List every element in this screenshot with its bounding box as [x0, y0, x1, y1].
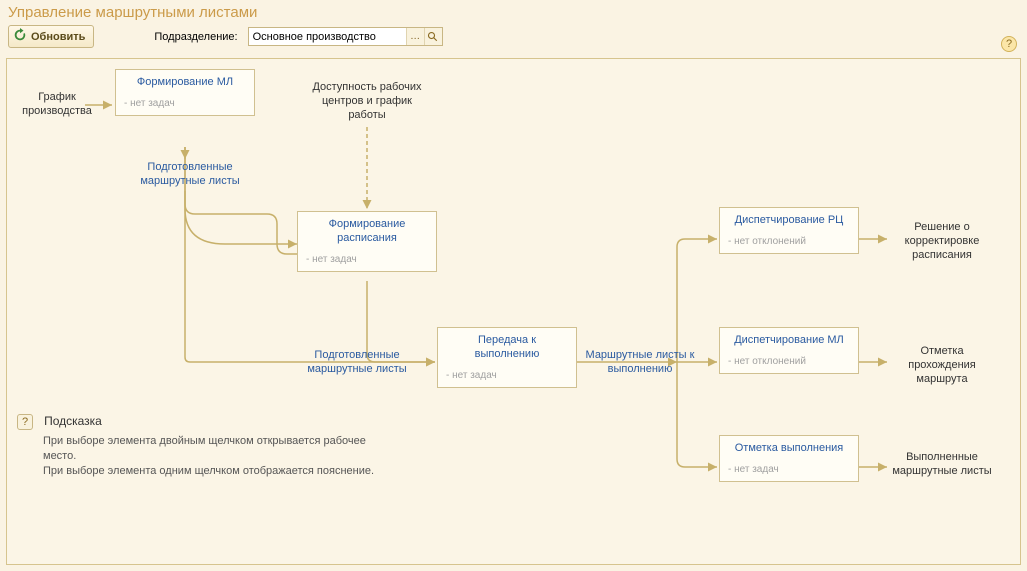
refresh-label: Обновить [31, 31, 85, 43]
node-dispatch-rc[interactable]: Диспетчирование РЦ - нет отклонений [719, 207, 859, 254]
node-mark-execution[interactable]: Отметка выполнения - нет задач [719, 435, 859, 482]
hint-line: При выборе элемента одним щелчком отобра… [43, 464, 397, 479]
ellipsis-icon[interactable]: … [406, 28, 424, 45]
node-title: Диспетчирование РЦ [728, 214, 850, 228]
node-status: - нет задач [446, 362, 568, 381]
label-input-graph: График производства [17, 91, 97, 119]
node-dispatch-ml[interactable]: Диспетчирование МЛ - нет отклонений [719, 327, 859, 374]
refresh-button[interactable]: Обновить [8, 25, 94, 48]
node-transfer[interactable]: Передача к выполнению - нет задач [437, 327, 577, 388]
node-title: Отметка выполнения [728, 442, 850, 456]
node-form-ml[interactable]: Формирование МЛ - нет задач [115, 69, 255, 116]
question-icon[interactable]: ? [17, 414, 33, 430]
node-status: - нет задач [124, 90, 246, 109]
node-status: - нет отклонений [728, 228, 850, 247]
edge-prepared-ml-2: Подготовленные маршрутные листы [297, 349, 417, 377]
refresh-icon [13, 28, 27, 45]
page-title: Управление маршрутными листами [0, 0, 1027, 23]
department-field[interactable]: … [248, 27, 443, 46]
department-input[interactable] [249, 28, 406, 45]
label-decision-correction: Решение о корректировке расписания [887, 221, 997, 262]
node-title: Диспетчирование МЛ [728, 334, 850, 348]
node-title: Формирование МЛ [124, 76, 246, 90]
search-icon[interactable] [424, 28, 442, 45]
hint-line: При выборе элемента двойным щелчком откр… [43, 434, 397, 464]
edge-ml-to-exec: Маршрутные листы к выполнению [585, 349, 695, 377]
toolbar: Обновить Подразделение: … [0, 23, 1027, 54]
edge-prepared-ml-1: Подготовленные маршрутные листы [135, 161, 245, 189]
node-status: - нет отклонений [728, 348, 850, 367]
label-done-ml: Выполненные маршрутные листы [887, 451, 997, 479]
node-status: - нет задач [306, 246, 428, 265]
node-status: - нет задач [728, 456, 850, 475]
node-title: Формирование расписания [306, 218, 428, 246]
flow-arrows [7, 59, 1020, 564]
department-label: Подразделение: [154, 31, 237, 43]
label-mark-route: Отметка прохождения маршрута [887, 345, 997, 386]
hint-title: Подсказка [44, 414, 102, 428]
label-avail-centers: Доступность рабочих центров и график раб… [307, 81, 427, 122]
node-title: Передача к выполнению [446, 334, 568, 362]
diagram-canvas: График производства Доступность рабочих … [6, 58, 1021, 565]
help-icon[interactable]: ? [1001, 36, 1017, 52]
hint-panel: ? Подсказка При выборе элемента двойным … [17, 414, 397, 479]
node-form-schedule[interactable]: Формирование расписания - нет задач [297, 211, 437, 272]
